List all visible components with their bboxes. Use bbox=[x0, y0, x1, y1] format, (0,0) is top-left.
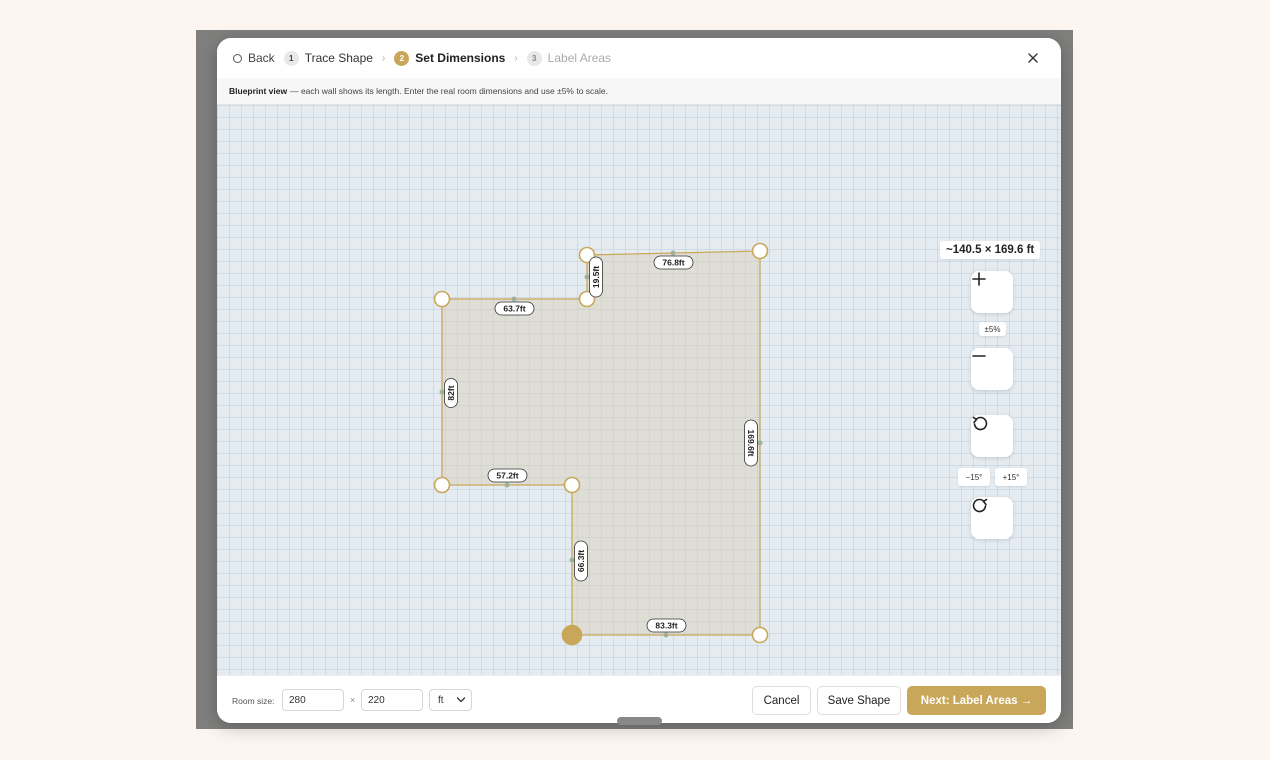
info-text: — each wall shows its length. Enter the … bbox=[290, 86, 609, 96]
step-label: Trace Shape bbox=[304, 51, 373, 65]
midpoint-dot[interactable] bbox=[504, 482, 510, 488]
step-number: 2 bbox=[394, 50, 410, 66]
chevron-right-icon: › bbox=[381, 52, 386, 64]
wall-label-text: 19.5ft bbox=[591, 266, 601, 288]
rotate-left-button[interactable] bbox=[971, 415, 1013, 457]
chevron-down-icon bbox=[456, 697, 466, 703]
room-shape-svg[interactable]: 76.8ft 63.7ft 57.2ft 83.3ft 19.5ft 82ft … bbox=[217, 105, 1061, 675]
scale-tag: ±5% bbox=[979, 322, 1006, 336]
vertex-handle[interactable] bbox=[433, 290, 451, 308]
wall-label-mid-step: 57.2ft bbox=[487, 468, 528, 483]
back-label: Back bbox=[248, 51, 275, 65]
wizard-header: Back 1 Trace Shape › 2 Set Dimensions › … bbox=[217, 38, 1061, 78]
plus-icon bbox=[972, 272, 986, 286]
step-number: 3 bbox=[526, 50, 542, 66]
midpoint-dot[interactable] bbox=[670, 250, 676, 256]
cancel-button[interactable]: Cancel bbox=[752, 686, 811, 715]
room-height-input[interactable]: 220 bbox=[361, 689, 423, 711]
times-symbol: × bbox=[350, 695, 356, 705]
save-shape-button[interactable]: Save Shape bbox=[817, 686, 901, 715]
midpoint-dot[interactable] bbox=[584, 274, 590, 280]
wall-label-bottom: 83.3ft bbox=[646, 618, 687, 633]
room-shape[interactable] bbox=[441, 250, 761, 636]
step-label: Set Dimensions bbox=[415, 51, 506, 65]
rotate-cw-icon bbox=[972, 498, 988, 513]
back-button[interactable]: Back bbox=[233, 51, 275, 65]
midpoint-dot[interactable] bbox=[511, 296, 517, 302]
wall-label-top: 76.8ft bbox=[653, 255, 694, 270]
step-label-areas[interactable]: 3 Label Areas bbox=[526, 50, 612, 66]
info-title: Blueprint view bbox=[229, 86, 288, 96]
next-label-areas-button[interactable]: Next: Label Areas → bbox=[907, 686, 1046, 715]
chevron-right-icon: › bbox=[514, 52, 518, 64]
wall-label-text: 76.8ft bbox=[662, 258, 684, 268]
step-set-dimensions[interactable]: 2 Set Dimensions bbox=[394, 50, 506, 66]
wall-label-notch: 19.5ft bbox=[589, 256, 603, 298]
wall-label-text: 57.2ft bbox=[496, 471, 518, 481]
room-width-input[interactable]: 280 bbox=[282, 689, 344, 711]
wall-label-text: 83.3ft bbox=[655, 621, 677, 631]
zoom-in-button[interactable] bbox=[971, 271, 1013, 313]
shape-editor-modal: Back 1 Trace Shape › 2 Set Dimensions › … bbox=[217, 38, 1061, 723]
step-label: Label Areas bbox=[547, 51, 612, 65]
vertex-handle[interactable] bbox=[433, 476, 451, 494]
room-size-label: Room size: bbox=[232, 696, 275, 706]
wall-label-lower-left: 66.3ft bbox=[574, 540, 588, 582]
resize-handle[interactable] bbox=[617, 717, 662, 725]
unit-value: ft bbox=[438, 694, 444, 706]
wall-label-text: 63.7ft bbox=[503, 304, 525, 314]
step-trace-shape[interactable]: 1 Trace Shape bbox=[283, 50, 373, 66]
modal-footer: Room size: 280 × 220 ft Cancel Save Shap… bbox=[217, 675, 1061, 723]
wall-label-right: 169.6ft bbox=[744, 419, 758, 467]
info-bar: Blueprint view — each wall shows its len… bbox=[217, 78, 1061, 105]
rotate-minus-15-button[interactable]: −15° bbox=[958, 468, 990, 486]
vertex-handle-selected[interactable] bbox=[561, 624, 583, 646]
vertex-handle[interactable] bbox=[751, 242, 769, 260]
vertex-handle[interactable] bbox=[563, 476, 581, 494]
wall-label-upper-step: 63.7ft bbox=[494, 301, 535, 316]
rotate-right-button[interactable] bbox=[971, 497, 1013, 539]
blueprint-canvas[interactable]: 76.8ft 63.7ft 57.2ft 83.3ft 19.5ft 82ft … bbox=[217, 105, 1061, 675]
unit-select[interactable]: ft bbox=[429, 689, 472, 711]
midpoint-dot[interactable] bbox=[663, 632, 669, 638]
back-icon bbox=[233, 53, 242, 63]
midpoint-dot[interactable] bbox=[757, 440, 763, 446]
wall-label-text: 66.3ft bbox=[576, 550, 586, 572]
step-number: 1 bbox=[283, 50, 299, 66]
midpoint-dot[interactable] bbox=[439, 389, 445, 395]
dimensions-badge: ~140.5 × 169.6 ft bbox=[940, 241, 1041, 259]
vertex-handle[interactable] bbox=[751, 626, 769, 644]
close-icon bbox=[1028, 53, 1038, 63]
minus-icon bbox=[972, 355, 986, 357]
zoom-out-button[interactable] bbox=[971, 348, 1013, 390]
wall-label-text: 82ft bbox=[446, 385, 456, 400]
midpoint-dot[interactable] bbox=[569, 557, 575, 563]
wall-label-left: 82ft bbox=[444, 378, 458, 408]
close-button[interactable] bbox=[1025, 50, 1041, 66]
wall-label-text: 169.6ft bbox=[746, 430, 756, 457]
rotate-plus-15-button[interactable]: +15° bbox=[995, 468, 1027, 486]
rotate-ccw-icon bbox=[972, 416, 988, 431]
